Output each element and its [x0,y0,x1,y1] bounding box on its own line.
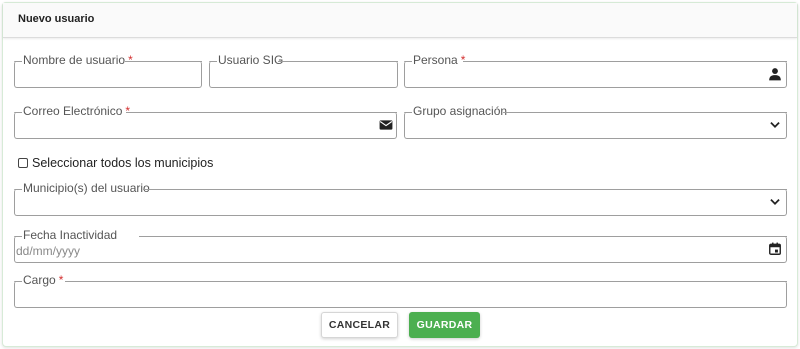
cargo-label: Cargo * [23,273,64,287]
sig-user-field[interactable]: Usuario SIG [209,53,398,88]
card-title: Nuevo usuario [18,13,95,25]
envelope-icon [379,120,393,130]
person-icon[interactable] [768,67,782,81]
select-all-municipalities[interactable]: Seleccionar todos los municipios [18,156,213,170]
group-select[interactable]: Grupo asignación [404,104,787,139]
municipalities-select[interactable]: Municipio(s) del usuario [14,181,787,216]
save-button[interactable]: GUARDAR [409,312,480,338]
persona-field[interactable]: Persona * [404,53,787,88]
cargo-field[interactable]: Cargo * [14,273,787,308]
select-all-label: Seleccionar todos los municipios [32,156,214,170]
inactivity-date-label: Fecha Inactividad [23,228,118,242]
username-label: Nombre de usuario * [23,53,133,67]
select-all-checkbox[interactable] [18,158,28,168]
chevron-down-icon [770,199,780,205]
chevron-down-icon [770,122,780,128]
card-header: Nuevo usuario [3,3,797,38]
email-label: Correo Electrónico * [23,104,131,118]
cancel-button[interactable]: CANCELAR [321,312,398,338]
group-label: Grupo asignación [413,104,508,118]
date-placeholder: dd/mm/yyyy [16,244,81,258]
sig-user-label: Usuario SIG [218,53,284,67]
calendar-icon[interactable] [768,242,782,256]
municipalities-label: Municipio(s) del usuario [23,181,150,195]
username-field[interactable]: Nombre de usuario * [14,53,202,88]
email-field[interactable]: Correo Electrónico * [14,104,397,139]
persona-label: Persona * [413,53,466,67]
inactivity-date-field[interactable]: Fecha Inactividad dd/mm/yyyy [14,228,787,263]
